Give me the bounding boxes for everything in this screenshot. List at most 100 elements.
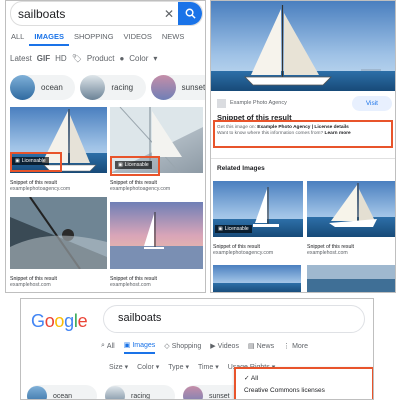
visit-button[interactable]: Visit [351,95,392,111]
chip-label: sunset [181,83,206,92]
related-chips: ocean racing sunset [27,385,253,400]
tab-images[interactable]: ▣ Images [123,341,156,354]
tool-color[interactable]: Color ▾ [137,363,159,371]
agency-favicon [217,98,226,108]
result-source[interactable]: examplephotoagency.com [213,250,303,256]
highlight-box [213,120,393,148]
tab-news[interactable]: NEWS [157,28,190,46]
agency-name[interactable]: Example Photo Agency [230,100,287,106]
more-icon: ⋮ [283,343,291,350]
tag-icon: 🏷 [71,53,82,63]
palette-icon: ● [119,53,125,63]
chip-ocean[interactable]: ocean [10,75,76,100]
tab-more[interactable]: ⋮ More [283,341,308,354]
logo-letter: e [77,311,88,331]
related-image-partial[interactable] [307,265,395,293]
chevron-down-icon: ▾ [155,364,160,371]
chevron-down-icon: ▾ [185,364,189,371]
search-input[interactable]: sailboats [103,305,365,333]
related-image-result[interactable]: ▣ Licensable Snippet of this result examp… [213,181,303,256]
related-image-partial[interactable] [213,265,301,293]
chip-thumbnail [27,386,47,399]
related-chips: ocean racing sunset [6,75,206,100]
chip-label: racing [111,83,134,92]
image-icon: ▣ [218,226,223,232]
tab-images[interactable]: IMAGES [29,28,69,46]
highlight-box [10,152,62,172]
sailboat-hero-image[interactable] [211,1,395,91]
chip-thumbnail [10,75,35,100]
tab-videos[interactable]: VIDEOS [119,28,157,46]
tab-shopping[interactable]: SHOPPING [69,28,119,46]
tab-news[interactable]: ▤ News [248,341,274,354]
racing-sailboat-image [307,181,395,237]
tool-type[interactable]: Type ▾ [168,363,189,371]
chevron-down-icon: ▾ [215,364,219,371]
image-result[interactable]: Snippet of this result examplehost.com [110,202,203,288]
search-icon: ⌕ [101,342,105,349]
licensable-badge: ▣ Licensable [215,225,252,233]
usage-rights-menu: ✓ All Creative Commons licenses [234,367,373,399]
tool-time[interactable]: Time ▾ [198,363,219,371]
related-image-result[interactable]: Snippet of this result examplehost.com [307,181,395,256]
chip-label: ocean [53,392,73,400]
filter-gif[interactable]: GIF [37,54,50,63]
close-icon[interactable]: ✕ [160,7,178,21]
chip-label: racing [131,392,151,400]
result-source[interactable]: examplehost.com [10,282,107,288]
racing-sailor-image [10,196,107,270]
tool-size[interactable]: Size ▾ [109,363,128,371]
related-heading: Related Images [217,165,265,172]
desktop-results-panel: Google sailboats ⌕ All ▣ Images ◇ Shopping … [20,298,374,400]
video-icon: ▶ [210,343,216,350]
logo-letter: g [64,311,74,331]
usage-option-all[interactable]: ✓ All [244,374,364,382]
logo-letter: G [31,311,45,331]
tag-icon: ◇ [164,343,170,350]
filter-bar: Latest GIF HD 🏷 Product ● Color ▾ [6,49,205,67]
chip-thumbnail [150,75,176,100]
chip-thumbnail [80,75,106,100]
image-result[interactable]: ▣ Licensable Snippet of this result examp… [10,107,107,192]
result-source[interactable]: examplephotoagency.com [10,186,107,192]
chip-thumbnail [105,386,125,399]
result-source[interactable]: examplehost.com [110,282,203,288]
result-source[interactable]: examplehost.com [307,250,395,256]
chip-racing[interactable]: racing [80,75,146,100]
chip-sunset[interactable]: sunset [150,75,206,100]
chip-thumbnail [183,386,203,399]
divider [211,158,395,159]
sunset-sailboat-image [110,202,203,269]
search-button[interactable] [178,2,202,25]
filter-color[interactable]: Color [129,54,148,63]
image-result[interactable]: Snippet of this result examplehost.com [10,196,107,288]
chip-racing[interactable]: racing [105,385,175,400]
chip-ocean[interactable]: ocean [27,385,97,400]
filter-hd[interactable]: HD [55,54,67,63]
highlight-box [110,156,160,176]
image-detail-panel: Example Photo Agency Visit Snippet of th… [210,0,396,293]
news-icon: ▤ [247,343,255,350]
filter-latest[interactable]: Latest [10,54,32,63]
search-input[interactable]: sailboats [11,7,160,21]
search-icon [185,8,196,19]
chip-label: sunset [209,392,230,400]
image-result[interactable]: ▣ Licensable Snippet of this result examp… [110,106,203,192]
chevron-down-icon: ▾ [124,364,129,371]
chevron-down-icon: ▾ [153,53,158,63]
chip-label: ocean [41,83,63,92]
image-icon: ▣ [123,342,131,349]
logo-letter: o [44,311,55,331]
usage-option-creative-commons[interactable]: Creative Commons licenses [244,387,364,394]
tab-shopping[interactable]: ◇ Shopping [164,341,201,354]
google-logo[interactable]: Google [31,311,88,332]
mobile-results-panel: sailboats ✕ ALL IMAGES SHOPPING VIDEOS N… [5,0,206,293]
search-tabs: ALL IMAGES SHOPPING VIDEOS NEWS [6,28,205,46]
filter-product[interactable]: Product [87,54,115,63]
agency-row: Example Photo Agency Visit [217,95,392,111]
result-source[interactable]: examplephotoagency.com [110,186,203,192]
search-bar[interactable]: sailboats ✕ [10,1,203,26]
tab-all[interactable]: ⌕ All [101,341,115,354]
tab-videos[interactable]: ▶ Videos [210,341,239,354]
tab-all[interactable]: ALL [6,28,29,46]
